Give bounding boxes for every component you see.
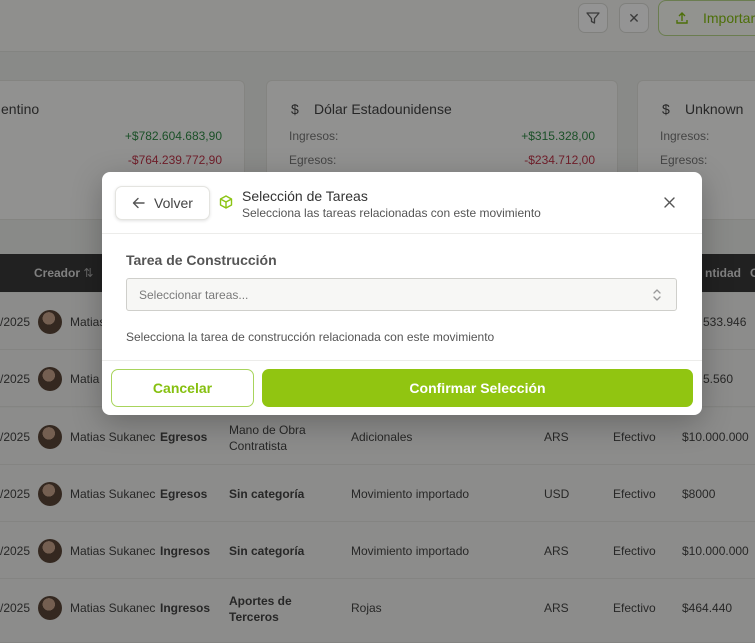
cancel-button[interactable]: Cancelar	[111, 369, 254, 407]
close-button[interactable]	[660, 193, 678, 211]
arrow-left-icon	[132, 197, 145, 209]
back-label: Volver	[154, 195, 193, 211]
modal-title: Selección de Tareas	[242, 188, 368, 204]
task-selection-modal: Volver Selección de Tareas Selecciona la…	[102, 172, 702, 415]
modal-footer-divider	[102, 360, 702, 361]
modal-subtitle: Selecciona las tareas relacionadas con e…	[242, 206, 541, 220]
back-button[interactable]: Volver	[115, 186, 210, 220]
close-icon	[663, 196, 675, 208]
modal-header: Volver Selección de Tareas Selecciona la…	[102, 172, 702, 234]
confirm-selection-button[interactable]: Confirmar Selección	[262, 369, 693, 407]
task-select-placeholder: Seleccionar tareas...	[139, 287, 249, 302]
package-icon	[219, 195, 233, 209]
task-select[interactable]: Seleccionar tareas...	[126, 278, 677, 311]
task-field-label: Tarea de Construcción	[126, 252, 277, 268]
chevron-up-down-icon	[653, 289, 661, 301]
task-field-help: Selecciona la tarea de construcción rela…	[126, 330, 495, 344]
